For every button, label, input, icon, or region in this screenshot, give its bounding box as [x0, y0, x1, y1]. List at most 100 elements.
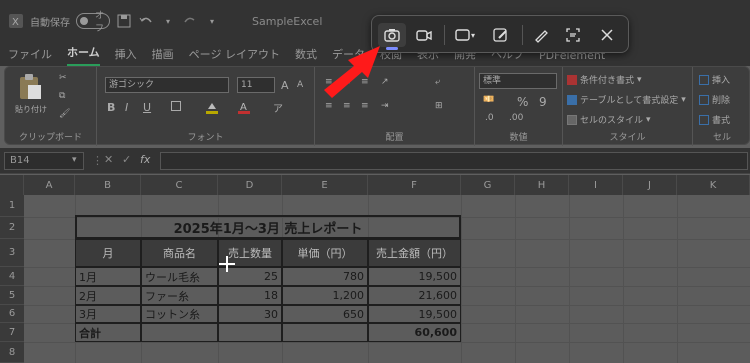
- insert-cells-button[interactable]: 挿入: [699, 73, 730, 86]
- row3-unit-price[interactable]: 650: [282, 305, 368, 323]
- column-header-k[interactable]: K: [677, 175, 750, 195]
- tab-page-layout[interactable]: ページ レイアウト: [189, 46, 280, 66]
- align-left-icon[interactable]: ≡: [325, 101, 333, 111]
- row3-amount[interactable]: 19,500: [368, 305, 461, 323]
- column-header-c[interactable]: C: [141, 175, 218, 195]
- row2-quantity[interactable]: 18: [218, 286, 282, 305]
- align-center-icon[interactable]: ≡: [343, 101, 351, 111]
- row-header-1[interactable]: 1: [0, 195, 24, 217]
- total-empty-e[interactable]: [282, 323, 368, 342]
- enter-icon[interactable]: ✓: [122, 153, 131, 166]
- column-header-h[interactable]: H: [515, 175, 569, 195]
- tab-file[interactable]: ファイル: [8, 46, 52, 66]
- merge-center-icon[interactable]: ⊞: [435, 101, 443, 111]
- phonetic-icon[interactable]: ア: [273, 100, 283, 115]
- grow-font-button[interactable]: A: [281, 79, 289, 92]
- row3-quantity[interactable]: 30: [218, 305, 282, 323]
- column-header-a[interactable]: A: [24, 175, 75, 195]
- row2-unit-price[interactable]: 1,200: [282, 286, 368, 305]
- row-header-8[interactable]: 8: [0, 342, 24, 363]
- text-actions-button[interactable]: [560, 23, 586, 47]
- total-label-cell[interactable]: 合計: [75, 323, 141, 342]
- autosave-toggle[interactable]: オフ: [76, 11, 110, 34]
- row3-month[interactable]: 3月: [75, 305, 141, 323]
- row3-product[interactable]: コットン糸: [141, 305, 218, 323]
- increase-decimal-icon[interactable]: .0: [485, 113, 494, 123]
- font-size-select[interactable]: 11: [237, 77, 275, 93]
- column-header-i[interactable]: I: [569, 175, 623, 195]
- bold-button[interactable]: B: [107, 101, 115, 114]
- row-header-7[interactable]: 7: [0, 323, 24, 342]
- column-header-f[interactable]: F: [368, 175, 461, 195]
- formula-input[interactable]: [160, 152, 748, 170]
- currency-icon[interactable]: 💴: [483, 95, 494, 105]
- wrap-text-icon[interactable]: ⤶: [435, 77, 440, 87]
- snip-shape-dropdown[interactable]: ▾: [450, 23, 480, 47]
- row2-amount[interactable]: 21,600: [368, 286, 461, 305]
- total-empty-d[interactable]: [218, 323, 282, 342]
- tab-draw[interactable]: 描画: [152, 46, 174, 66]
- row-header-5[interactable]: 5: [0, 286, 24, 305]
- cancel-icon[interactable]: ✕: [104, 153, 113, 166]
- format-painter-icon[interactable]: 🖌: [59, 109, 70, 119]
- underline-button[interactable]: U: [143, 101, 151, 114]
- report-title-cell[interactable]: 2025年1月～3月 売上レポート: [75, 215, 461, 239]
- row1-unit-price[interactable]: 780: [282, 267, 368, 286]
- customize-qat-icon[interactable]: ▾: [204, 13, 220, 29]
- row-header-3[interactable]: 3: [0, 239, 24, 267]
- row2-month[interactable]: 2月: [75, 286, 141, 305]
- row1-amount[interactable]: 19,500: [368, 267, 461, 286]
- select-all-corner[interactable]: [0, 175, 24, 195]
- redo-icon[interactable]: [182, 13, 198, 29]
- fill-color-icon[interactable]: [205, 100, 219, 114]
- copy-icon[interactable]: ⧉: [59, 91, 65, 101]
- row-header-4[interactable]: 4: [0, 267, 24, 286]
- row1-product[interactable]: ウール毛糸: [141, 267, 218, 286]
- format-cells-button[interactable]: 書式: [699, 113, 730, 126]
- indent-icon[interactable]: ⇥: [381, 101, 389, 111]
- column-header-g[interactable]: G: [461, 175, 515, 195]
- decrease-decimal-icon[interactable]: .00: [509, 113, 523, 123]
- edit-button[interactable]: [488, 23, 514, 47]
- name-box-dropdown-icon[interactable]: ▾: [72, 155, 77, 165]
- tab-formulas[interactable]: 数式: [295, 46, 317, 66]
- undo-icon[interactable]: [138, 13, 154, 29]
- column-header-e[interactable]: E: [282, 175, 368, 195]
- font-color-icon[interactable]: A: [237, 100, 251, 114]
- column-header-j[interactable]: J: [623, 175, 677, 195]
- column-header-d[interactable]: D: [218, 175, 282, 195]
- percent-button[interactable]: %: [517, 95, 528, 109]
- font-name-select[interactable]: 游ゴシック: [105, 77, 229, 93]
- spreadsheet-grid[interactable]: A B C D E F G H I J K 1 2 3 4 5 6 7 8 20…: [0, 175, 750, 363]
- conditional-format-button[interactable]: 条件付き書式 ▾: [567, 73, 642, 86]
- row-header-6[interactable]: 6: [0, 305, 24, 323]
- tab-home[interactable]: ホーム: [67, 44, 100, 66]
- number-format-select[interactable]: 標準: [479, 73, 557, 89]
- video-mode-button[interactable]: [410, 23, 438, 47]
- header-sales-amount[interactable]: 売上金額（円）: [368, 239, 461, 267]
- delete-cells-button[interactable]: 削除: [699, 93, 730, 106]
- fx-button[interactable]: fx: [140, 153, 150, 166]
- total-value-cell[interactable]: 60,600: [368, 323, 461, 342]
- paste-button[interactable]: 貼り付け: [15, 73, 47, 115]
- italic-button[interactable]: I: [125, 101, 128, 114]
- close-button[interactable]: [594, 23, 620, 47]
- format-as-table-button[interactable]: テーブルとして書式設定 ▾: [567, 93, 686, 106]
- header-month[interactable]: 月: [75, 239, 141, 267]
- column-header-b[interactable]: B: [75, 175, 141, 195]
- border-icon[interactable]: [171, 101, 181, 111]
- header-unit-price[interactable]: 単価（円）: [282, 239, 368, 267]
- save-icon[interactable]: [116, 13, 132, 29]
- row-header-2[interactable]: 2: [0, 217, 24, 239]
- row2-product[interactable]: ファー糸: [141, 286, 218, 305]
- chevron-down-icon[interactable]: ▾: [160, 13, 176, 29]
- tab-insert[interactable]: 挿入: [115, 46, 137, 66]
- cut-icon[interactable]: ✂: [59, 73, 67, 83]
- pen-button[interactable]: [528, 23, 554, 47]
- align-right-icon[interactable]: ≡: [361, 101, 369, 111]
- comma-button[interactable]: 9: [539, 95, 547, 109]
- total-empty-c[interactable]: [141, 323, 218, 342]
- shrink-font-button[interactable]: A: [297, 80, 303, 90]
- cell-styles-button[interactable]: セルのスタイル ▾: [567, 113, 651, 126]
- header-product[interactable]: 商品名: [141, 239, 218, 267]
